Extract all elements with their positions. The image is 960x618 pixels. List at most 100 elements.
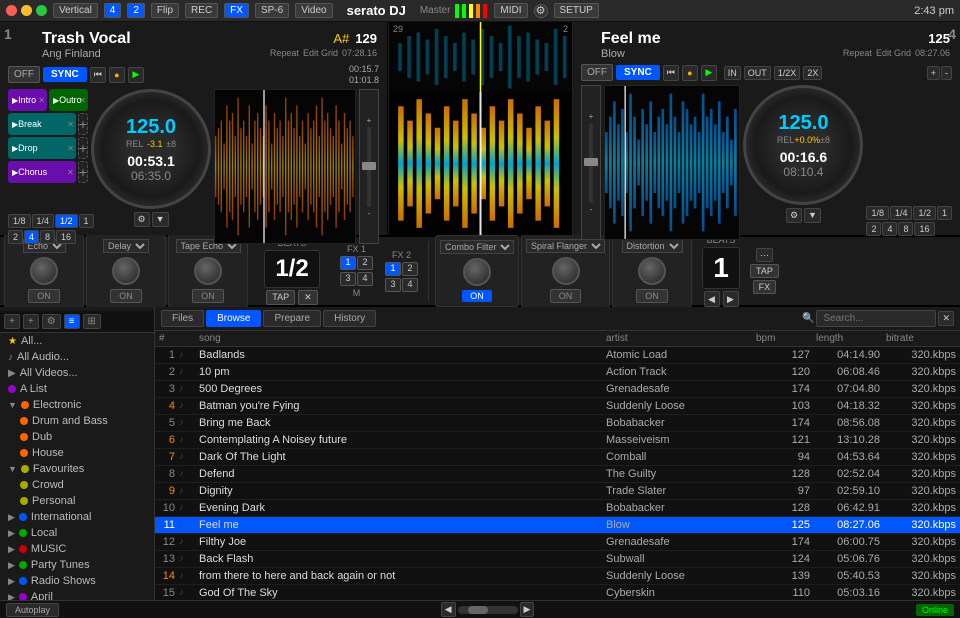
- deck-num-4[interactable]: 4: [104, 3, 122, 18]
- fx-beat-next[interactable]: ▶: [723, 291, 739, 307]
- rloop-8[interactable]: 8: [898, 222, 913, 236]
- cue-intro[interactable]: ▶ Intro ✕: [8, 89, 47, 111]
- deck-left-sync[interactable]: SYNC: [43, 67, 87, 82]
- tap-btn[interactable]: TAP: [266, 290, 295, 305]
- sidebar-item-favourites[interactable]: ▼ Favourites: [0, 461, 154, 477]
- fx1-btn-1[interactable]: 1: [340, 256, 356, 270]
- fx2-btn-2[interactable]: 2: [402, 262, 418, 276]
- cue-add-3[interactable]: +: [78, 161, 88, 183]
- cue-add-2[interactable]: +: [78, 137, 88, 159]
- track-row[interactable]: 14 ♪ from there to here and back again o…: [155, 568, 960, 585]
- sidebar-grid-btn[interactable]: ⊞: [83, 314, 101, 329]
- fx2-btn-3[interactable]: 3: [385, 278, 401, 292]
- rloop-1[interactable]: 1: [937, 206, 952, 220]
- deck-right-out-btn[interactable]: OUT: [744, 66, 771, 80]
- sidebar-item-drum-bass[interactable]: Drum and Bass: [0, 413, 154, 429]
- video-btn[interactable]: Video: [295, 3, 332, 18]
- fx-combo-toggle[interactable]: ON: [462, 290, 492, 302]
- sidebar-item-house[interactable]: House: [0, 445, 154, 461]
- sidebar-item-all-audio[interactable]: ♪ All Audio...: [0, 349, 154, 365]
- scrollbar[interactable]: [458, 606, 518, 614]
- deck-left-play[interactable]: ▶: [128, 67, 144, 83]
- deck-left-repeat[interactable]: Repeat: [270, 48, 299, 58]
- pitch-handle-right[interactable]: [584, 158, 598, 166]
- search-x-btn[interactable]: ✕: [938, 311, 954, 326]
- sidebar-item-april[interactable]: ▶ April: [0, 589, 154, 600]
- fx1-btn-2[interactable]: 2: [357, 256, 373, 270]
- vertical-select[interactable]: Vertical: [53, 3, 98, 18]
- sp6-btn[interactable]: SP-6: [255, 3, 289, 18]
- cue-chorus[interactable]: ▶ Chorus ✕: [8, 161, 76, 183]
- track-row[interactable]: 11 ♪ Feel me Blow 125 08:27.06 320.kbps: [155, 517, 960, 534]
- track-row[interactable]: 4 ♪ Batman you're Fying Suddenly Loose 1…: [155, 398, 960, 415]
- loop-4[interactable]: 4: [24, 230, 39, 244]
- deck-right-off[interactable]: OFF: [581, 64, 613, 81]
- settings-icon[interactable]: ⚙: [534, 4, 548, 18]
- sidebar-item-local[interactable]: ▶ Local: [0, 525, 154, 541]
- cue-break[interactable]: ▶ Break ✕: [8, 113, 76, 135]
- deck-left-editgrid[interactable]: Edit Grid: [303, 48, 338, 58]
- deck-left-mini-1[interactable]: ⚙: [134, 212, 150, 227]
- track-row[interactable]: 3 ♪ 500 Degrees Grenadesafe 174 07:04.80…: [155, 381, 960, 398]
- fx2-btn-4[interactable]: 4: [402, 278, 418, 292]
- loop-1/4[interactable]: 1/4: [32, 214, 55, 228]
- fx-dist-toggle[interactable]: ON: [636, 289, 668, 303]
- deck-left-platter[interactable]: 125.0 REL -3.1 ±8 00:53.1 06:35.0: [91, 89, 211, 209]
- track-row[interactable]: 6 ♪ Contemplating A Noisey future Massei…: [155, 432, 960, 449]
- fx2-btn-1[interactable]: 1: [385, 262, 401, 276]
- deck-right-sync[interactable]: SYNC: [616, 65, 660, 80]
- rloop-2[interactable]: 2: [866, 222, 881, 236]
- fx-spiral-knob[interactable]: [552, 257, 580, 285]
- tab-prepare[interactable]: Prepare: [263, 310, 321, 327]
- tab-files[interactable]: Files: [161, 310, 204, 327]
- fx-right-x[interactable]: FX: [753, 280, 777, 294]
- cue-outro[interactable]: ▶ Outro ✕: [49, 89, 88, 111]
- deck-right-mini-2[interactable]: ▼: [804, 208, 821, 223]
- sidebar-list-btn[interactable]: ≡: [64, 314, 80, 329]
- sidebar-item-party[interactable]: ▶ Party Tunes: [0, 557, 154, 573]
- fx-spiral-toggle[interactable]: ON: [550, 289, 582, 303]
- track-row[interactable]: 2 ♪ 10 pm Action Track 120 06:08.46 320.…: [155, 364, 960, 381]
- rl-2[interactable]: -: [941, 66, 952, 80]
- track-row[interactable]: 12 ♪ Filthy Joe Grenadesafe 174 06:00.75…: [155, 534, 960, 551]
- pitch-track-right[interactable]: [589, 123, 593, 203]
- fx-beat-prev[interactable]: ◀: [704, 291, 720, 307]
- sidebar-add-btn[interactable]: +: [4, 314, 20, 329]
- pitch-track-left[interactable]: [367, 127, 371, 207]
- deck-right-in-btn[interactable]: IN: [724, 66, 741, 80]
- track-row[interactable]: 8 ♪ Defend The Guilty 128 02:52.04 320.k…: [155, 466, 960, 483]
- track-row[interactable]: 10 ♪ Evening Dark Bobabacker 128 06:42.9…: [155, 500, 960, 517]
- deck-num-2[interactable]: 2: [127, 3, 145, 18]
- deck-right-platter[interactable]: 125.0 REL +0.0% ±8 00:16.6 08:10.4: [743, 85, 863, 205]
- deck-right-play[interactable]: ▶: [701, 65, 717, 81]
- fx-delay-knob[interactable]: [112, 257, 140, 285]
- deck-right-mini-1[interactable]: ⚙: [786, 208, 802, 223]
- sidebar-item-all-videos[interactable]: ▶ All Videos...: [0, 365, 154, 381]
- sidebar-gear-btn[interactable]: ⚙: [42, 314, 61, 329]
- deck-left-prev[interactable]: ⏮: [90, 67, 106, 83]
- sidebar-item-radio[interactable]: ▶ Radio Shows: [0, 573, 154, 589]
- rec-btn[interactable]: REC: [185, 3, 218, 18]
- fx-echo-knob[interactable]: [30, 257, 58, 285]
- fx-combo-select[interactable]: Combo Filter: [440, 240, 514, 254]
- sidebar-item-alist[interactable]: A List: [0, 381, 154, 397]
- deck-right-cue[interactable]: ●: [682, 65, 698, 81]
- loop-2[interactable]: 2: [8, 230, 23, 244]
- sidebar-add2-btn[interactable]: +: [23, 314, 39, 329]
- sidebar-item-music[interactable]: ▶ MUSIC: [0, 541, 154, 557]
- rloop-4[interactable]: 4: [882, 222, 897, 236]
- rloop-1/2[interactable]: 1/2: [913, 206, 936, 220]
- fx1-btn-3[interactable]: 3: [340, 272, 356, 286]
- deck-right-2x-btn[interactable]: 2X: [803, 66, 822, 80]
- cue-drop[interactable]: ▶ Drop ✕: [8, 137, 76, 159]
- flip-btn[interactable]: Flip: [151, 3, 179, 18]
- maximize-btn[interactable]: [36, 5, 47, 16]
- scroll-left-btn[interactable]: ◀: [441, 602, 456, 617]
- fx-dist-knob[interactable]: [638, 257, 666, 285]
- deck-left-mini-2[interactable]: ▼: [152, 212, 169, 227]
- loop-1/2[interactable]: 1/2: [55, 214, 78, 228]
- rloop-1/8[interactable]: 1/8: [866, 206, 889, 220]
- deck-left-off[interactable]: OFF: [8, 66, 40, 83]
- fx-more-btn[interactable]: ···: [756, 248, 773, 262]
- deck-right-half-btn[interactable]: 1/2X: [774, 66, 801, 80]
